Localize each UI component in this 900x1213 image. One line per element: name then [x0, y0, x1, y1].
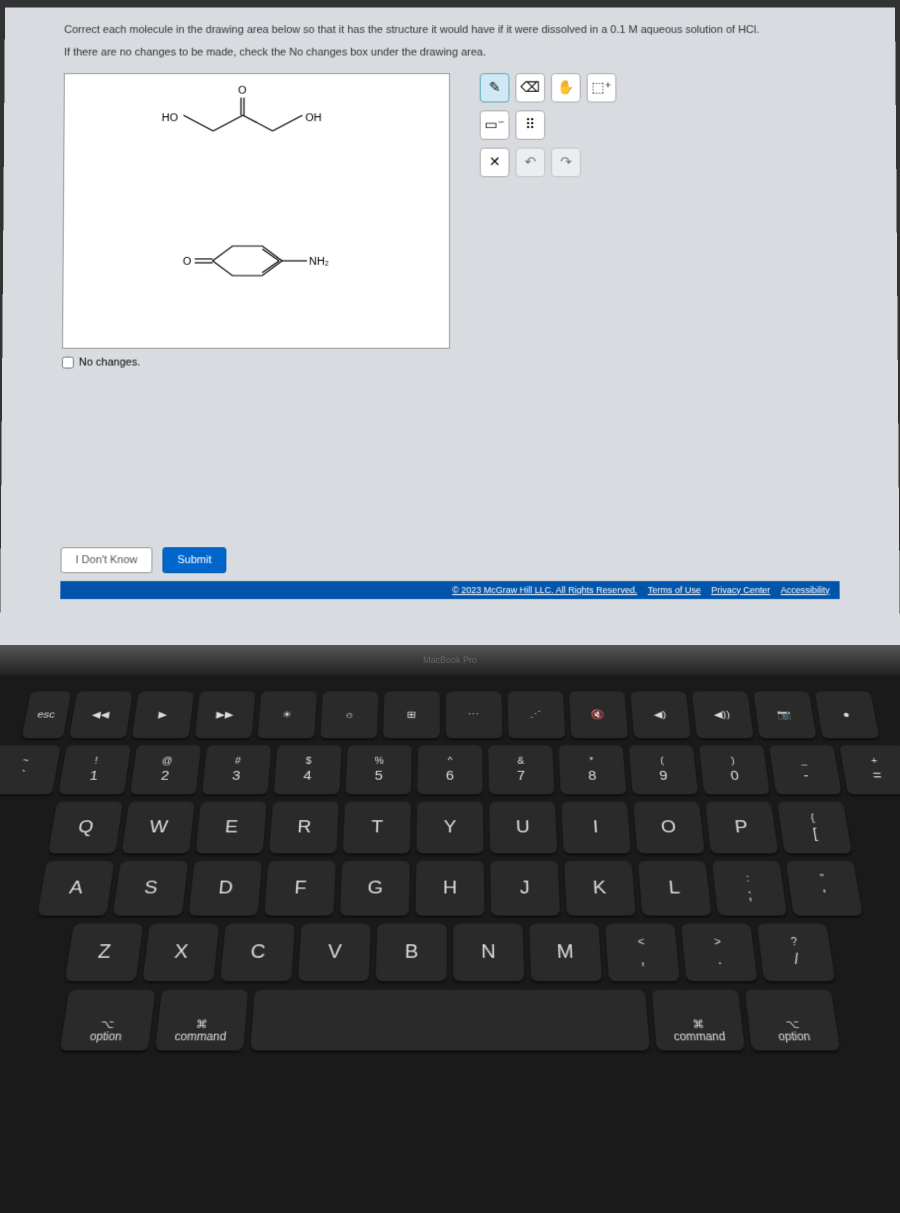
key-8: *8 — [558, 745, 626, 794]
key-C: C — [220, 924, 295, 981]
footer-terms[interactable]: Terms of Use — [648, 585, 701, 595]
keyboard: esc◀◀▶▶▶☀☼⊞⋯⋰🔇◀)◀))📷● ~`!1@2#3$4%5^6&7*8… — [0, 675, 900, 1213]
key-4: $4 — [274, 745, 342, 794]
key-=: += — [839, 745, 900, 794]
key-Z: Z — [65, 924, 143, 981]
key-fn-9: 🔇 — [568, 692, 627, 739]
key-Q: Q — [48, 802, 123, 854]
key-fn-3: ▶▶ — [194, 692, 255, 739]
drawing-toolbar: ✎ ⌫ ✋ ⬚⁺ ▭⁻ ⠿ ✕ ↶ ↷ — [480, 73, 617, 368]
key-I: I — [561, 802, 631, 854]
key-J: J — [490, 861, 560, 915]
key-fn-2: ▶ — [131, 692, 193, 739]
key-3: #3 — [202, 745, 271, 794]
key-G: G — [340, 861, 410, 915]
key-R: R — [269, 802, 339, 854]
key-A: A — [37, 861, 114, 915]
key-fn-13: ● — [814, 692, 879, 739]
key-L: L — [638, 861, 711, 915]
key-fn-0: esc — [21, 692, 70, 739]
key-0: )0 — [699, 745, 770, 794]
key-X: X — [143, 924, 219, 981]
key-fn-1: ◀◀ — [69, 692, 133, 739]
label-oh: OH — [305, 112, 321, 124]
key-option-r: ⌥option — [745, 990, 840, 1051]
no-changes-row[interactable]: No changes. — [62, 356, 450, 368]
key-7: &7 — [488, 745, 554, 794]
key-V: V — [298, 924, 371, 981]
tool-select[interactable]: ⬚⁺ — [587, 73, 617, 102]
tool-eraser[interactable]: ⌫ — [515, 73, 545, 102]
key-quote: "' — [786, 861, 863, 915]
tool-hand[interactable]: ✋ — [551, 73, 581, 102]
laptop-hinge: MacBook Pro — [0, 645, 900, 675]
key-fn-10: ◀) — [630, 692, 691, 739]
question-line2: If there are no changes to be made, chec… — [64, 46, 836, 58]
key-command-l: ⌘command — [155, 990, 248, 1051]
key-N: N — [453, 924, 524, 981]
tool-redo[interactable]: ↷ — [551, 147, 581, 176]
key-fn-11: ◀)) — [691, 692, 753, 739]
key-fn-6: ⊞ — [383, 692, 440, 739]
footer: © 2023 McGraw Hill LLC. All Rights Reser… — [60, 581, 839, 599]
footer-accessibility[interactable]: Accessibility — [781, 585, 830, 595]
no-changes-label: No changes. — [79, 356, 141, 368]
key-6: ^6 — [417, 745, 482, 794]
key-P: P — [705, 802, 778, 854]
label-ho: HO — [162, 112, 178, 124]
key-U: U — [489, 802, 557, 854]
key-B: B — [376, 924, 447, 981]
key-fn-7: ⋯ — [445, 692, 502, 739]
key-fn-4: ☀ — [257, 692, 317, 739]
key-K: K — [564, 861, 636, 915]
key-H: H — [416, 861, 485, 915]
key--: _- — [769, 745, 842, 794]
dont-know-button[interactable]: I Don't Know — [60, 547, 152, 573]
tool-pencil[interactable]: ✎ — [480, 73, 510, 102]
key-9: (9 — [629, 745, 698, 794]
label-o-left: O — [183, 255, 192, 267]
key-space — [250, 990, 650, 1051]
key-command-r: ⌘command — [652, 990, 745, 1051]
tool-undo[interactable]: ↶ — [515, 147, 545, 176]
key-O: O — [633, 802, 704, 854]
key-E: E — [195, 802, 266, 854]
key-T: T — [343, 802, 411, 854]
footer-privacy[interactable]: Privacy Center — [711, 585, 770, 595]
key-semicolon: :; — [712, 861, 787, 915]
key-1: !1 — [58, 745, 131, 794]
key-fn-8: ⋰ — [507, 692, 565, 739]
key-option-l: ⌥option — [60, 990, 155, 1051]
footer-copyright: © 2023 McGraw Hill LLC. All Rights Reser… — [452, 585, 637, 595]
key-2: @2 — [130, 745, 201, 794]
no-changes-checkbox[interactable] — [62, 356, 74, 368]
molecule-canvas: O HO OH O — [63, 74, 451, 350]
tool-box[interactable]: ▭⁻ — [480, 110, 510, 139]
tool-dots[interactable]: ⠿ — [515, 110, 545, 139]
key-bracket-l: {[ — [777, 802, 852, 854]
submit-button[interactable]: Submit — [162, 547, 226, 573]
label-nh2: NH₂ — [309, 255, 329, 267]
key-slash: ?/ — [757, 924, 835, 981]
drawing-area[interactable]: O HO OH O — [62, 73, 450, 349]
key-fn-12: 📷 — [753, 692, 816, 739]
key-Y: Y — [416, 802, 483, 854]
key-S: S — [113, 861, 188, 915]
tool-close[interactable]: ✕ — [480, 147, 510, 176]
key-period: >. — [681, 924, 757, 981]
question-line1: Correct each molecule in the drawing are… — [64, 22, 836, 38]
key-`: ~` — [0, 745, 61, 794]
label-o-top: O — [238, 84, 247, 96]
key-F: F — [264, 861, 336, 915]
key-comma: <, — [605, 924, 680, 981]
key-D: D — [189, 861, 262, 915]
key-fn-5: ☼ — [320, 692, 378, 739]
key-M: M — [529, 924, 602, 981]
key-W: W — [122, 802, 195, 854]
key-5: %5 — [345, 745, 411, 794]
